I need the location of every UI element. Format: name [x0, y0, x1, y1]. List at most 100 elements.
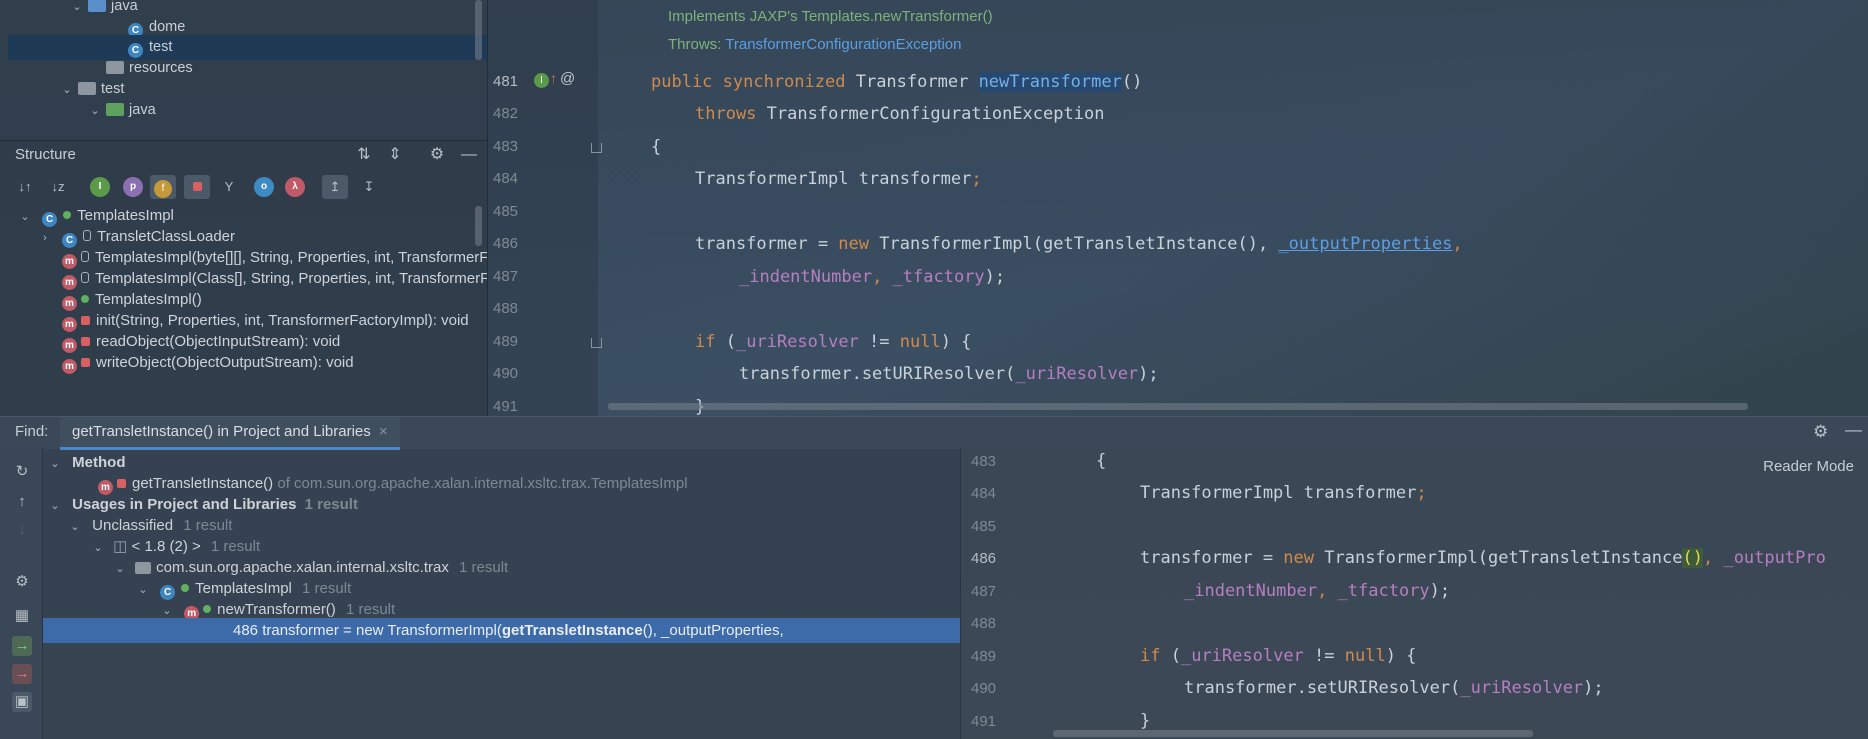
preview-line-491: } [1140, 711, 1151, 731]
fold-marker-icon[interactable] [591, 143, 602, 153]
package-private-icon [83, 230, 92, 241]
sort-by-visibility-icon[interactable]: ↓z [45, 175, 71, 199]
find-results-tab[interactable]: getTransletInstance() in Project and Lib… [60, 417, 400, 450]
preview-line-490: transformer.setURIResolver(_uriResolver)… [1184, 678, 1604, 698]
close-tab-icon[interactable]: × [379, 423, 388, 440]
implements-marker-icon[interactable]: I [534, 73, 549, 88]
expand-all-icon[interactable]: ⇅ [353, 144, 375, 166]
editor-gutter: 481 482 483 484 485 486 487 488 489 490 … [488, 0, 602, 416]
private-lock-icon [81, 358, 90, 367]
code-line-486: transformer = new TransformerImpl(getTra… [695, 234, 1463, 254]
preview-line-484: TransformerImpl transformer; [1140, 483, 1427, 503]
folder-icon [78, 82, 97, 95]
code-editor[interactable]: 481 482 483 484 485 486 487 488 489 490 … [488, 0, 1868, 416]
minimize-icon[interactable]: — [1845, 420, 1862, 440]
line-number: 484 [493, 170, 519, 187]
preview-icon[interactable]: ▣ [12, 692, 32, 712]
structure-header: Structure ⇅ ⇕ ⚙ — [0, 141, 487, 171]
chevron-down-icon[interactable]: ⌄ [18, 205, 32, 230]
preview-line-483: { [1096, 451, 1107, 471]
folder-icon [88, 0, 107, 12]
chevron-down-icon[interactable]: ⌄ [48, 494, 62, 519]
line-number: 491 [971, 713, 997, 730]
minimize-icon[interactable]: — [458, 144, 480, 166]
horizontal-scrollbar[interactable] [1053, 730, 1533, 737]
package-private-icon [81, 251, 89, 262]
find-label: Find: [15, 423, 49, 440]
chevron-down-icon[interactable]: ⌄ [136, 578, 150, 603]
preview-line-487: _indentNumber, _tfactory); [1184, 581, 1451, 601]
show-anonymous-icon[interactable]: Y [216, 175, 242, 199]
scrollbar-thumb[interactable] [475, 206, 482, 246]
method-icon: m [62, 359, 77, 374]
code-line-484: TransformerImpl transformer; [695, 169, 982, 189]
group-by-icon[interactable]: ▦ [12, 606, 32, 626]
arrow-down-icon[interactable]: ↓ [12, 520, 32, 540]
folder-icon [106, 103, 125, 116]
code-line-490: transformer.setURIResolver(_uriResolver)… [739, 364, 1159, 384]
code-preview[interactable]: Reader Mode 483 484 485 486 487 488 489 … [960, 448, 1868, 739]
arrow-up-icon[interactable]: ↑ [12, 492, 32, 512]
doc-implements: Implements JAXP's Templates.newTransform… [668, 8, 993, 25]
line-number: 489 [971, 648, 997, 665]
public-icon [63, 211, 72, 219]
preview-line-489: if (_uriResolver != null) { [1140, 646, 1417, 666]
autoscroll-to-source-toggle[interactable]: ↥ [322, 175, 348, 199]
export-icon[interactable]: → [12, 664, 32, 684]
gear-icon[interactable]: ⚙ [426, 144, 448, 166]
collapse-all-icon[interactable]: ⇕ [384, 144, 406, 166]
results-usage-line[interactable]: 486 transformer = new TransformerImpl(ge… [43, 618, 960, 643]
structure-item-writeobject[interactable]: m writeObject(ObjectOutputStream): void [62, 350, 354, 375]
package-private-icon [81, 272, 89, 283]
autoscroll-from-source-icon[interactable]: ↧ [356, 175, 382, 199]
find-toolbar: ↻ ↑ ↓ ⚙ ▦ → → ▣ [0, 448, 43, 739]
show-fields-toggle[interactable]: f [150, 175, 176, 199]
line-number: 488 [971, 615, 997, 632]
doc-throws-link[interactable]: TransformerConfigurationException [725, 36, 961, 53]
link-outputproperties[interactable]: _outputProperties [1278, 234, 1452, 254]
find-header: Find: getTransletInstance() in Project a… [0, 416, 1868, 450]
private-lock-icon [117, 479, 126, 488]
reader-mode-button[interactable]: Reader Mode [1763, 458, 1854, 475]
code-line-483: { [651, 137, 662, 157]
library-icon: ◫ [113, 538, 128, 555]
project-tree: ⌄ java Cdome Ctest resources ⌄ test ⌄ ja… [0, 0, 488, 140]
horizontal-scrollbar[interactable] [608, 403, 1748, 410]
show-lambdas-icon[interactable]: λ [285, 177, 305, 197]
find-panel: Find: getTransletInstance() in Project a… [0, 416, 1868, 739]
import-icon[interactable]: → [12, 636, 32, 656]
chevron-down-icon[interactable]: ⌄ [60, 78, 74, 103]
tree-item-java-test[interactable]: ⌄ java [88, 98, 155, 124]
refresh-icon[interactable]: ↻ [12, 462, 32, 482]
override-at-icon[interactable]: @ [560, 70, 575, 87]
line-number: 489 [493, 333, 519, 350]
find-results-tree: ⌄ Method m getTransletInstance() of com.s… [43, 448, 960, 739]
sort-alphabetically-icon[interactable]: ↓↑ [12, 175, 38, 199]
fold-marker-icon[interactable] [591, 338, 602, 348]
show-properties-icon[interactable]: p [123, 177, 143, 197]
private-lock-icon [81, 316, 90, 325]
scrollbar-thumb[interactable] [475, 0, 482, 60]
public-icon [81, 295, 89, 303]
chevron-down-icon[interactable]: ⌄ [88, 99, 102, 124]
chevron-down-icon[interactable]: ⌄ [113, 557, 127, 582]
show-non-public-toggle[interactable] [184, 175, 210, 199]
code-line-487: _indentNumber, _tfactory); [739, 267, 1006, 287]
chevron-down-icon[interactable]: ⌄ [68, 515, 82, 540]
gear-icon[interactable]: ⚙ [1813, 422, 1828, 442]
show-interfaces-icon[interactable]: o [254, 177, 274, 197]
chevron-down-icon[interactable]: ⌄ [91, 536, 105, 561]
chevron-down-icon[interactable]: ⌄ [48, 452, 62, 477]
line-number: 487 [971, 583, 997, 600]
arrow-up-icon[interactable]: ↑ [550, 70, 557, 86]
line-number: 487 [493, 268, 519, 285]
gear-icon[interactable]: ⚙ [12, 572, 32, 592]
method-name-newtransformer[interactable]: newTransformer [978, 72, 1122, 92]
structure-panel: Structure ⇅ ⇕ ⚙ — ↓↑ ↓z I p f Y o λ ↥ ↧ … [0, 140, 488, 417]
line-number: 485 [493, 203, 519, 220]
chevron-right-icon[interactable]: › [38, 226, 52, 251]
show-inherited-icon[interactable]: I [90, 177, 110, 197]
chevron-down-icon[interactable]: ⌄ [70, 0, 84, 20]
public-icon [203, 605, 212, 613]
tree-item-test-selected[interactable]: Ctest [8, 35, 487, 60]
